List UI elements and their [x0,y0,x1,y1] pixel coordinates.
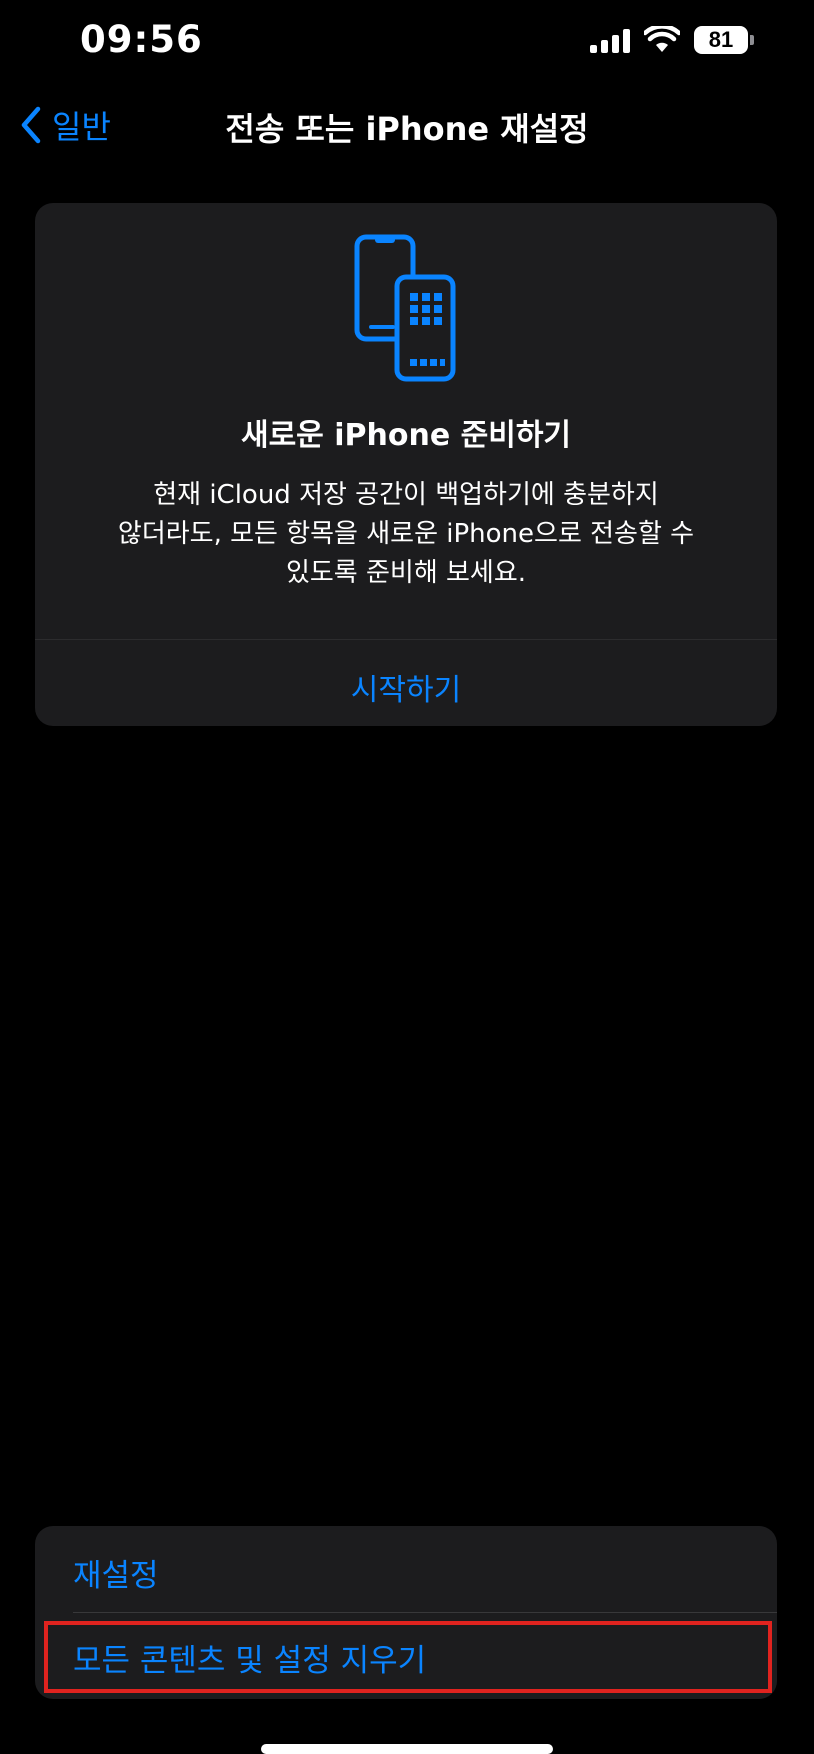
page-title: 전송 또는 iPhone 재설정 [225,110,589,148]
status-time: 09:56 [80,18,203,61]
card-description: 현재 iCloud 저장 공간이 백업하기에 충분하지 않더라도, 모든 항목을… [117,480,695,588]
status-icons: 81 [590,26,754,54]
card-divider [35,639,777,640]
reset-button[interactable]: 재설정 [73,1550,159,1595]
wifi-icon [644,26,680,52]
cellular-signal-icon [590,27,630,53]
group-divider [73,1612,777,1613]
battery-level: 81 [708,27,734,52]
battery-icon: 81 [694,26,748,54]
battery-cap [750,35,754,45]
get-started-button[interactable]: 시작하기 [35,665,777,709]
home-indicator [261,1744,553,1754]
prepare-new-iphone-card: 새로운 iPhone 준비하기 현재 iCloud 저장 공간이 백업하기에 충… [35,203,777,726]
highlight-box [44,1621,772,1693]
card-title: 새로운 iPhone 준비하기 [240,418,572,453]
transfer-phones-icon [354,234,456,382]
